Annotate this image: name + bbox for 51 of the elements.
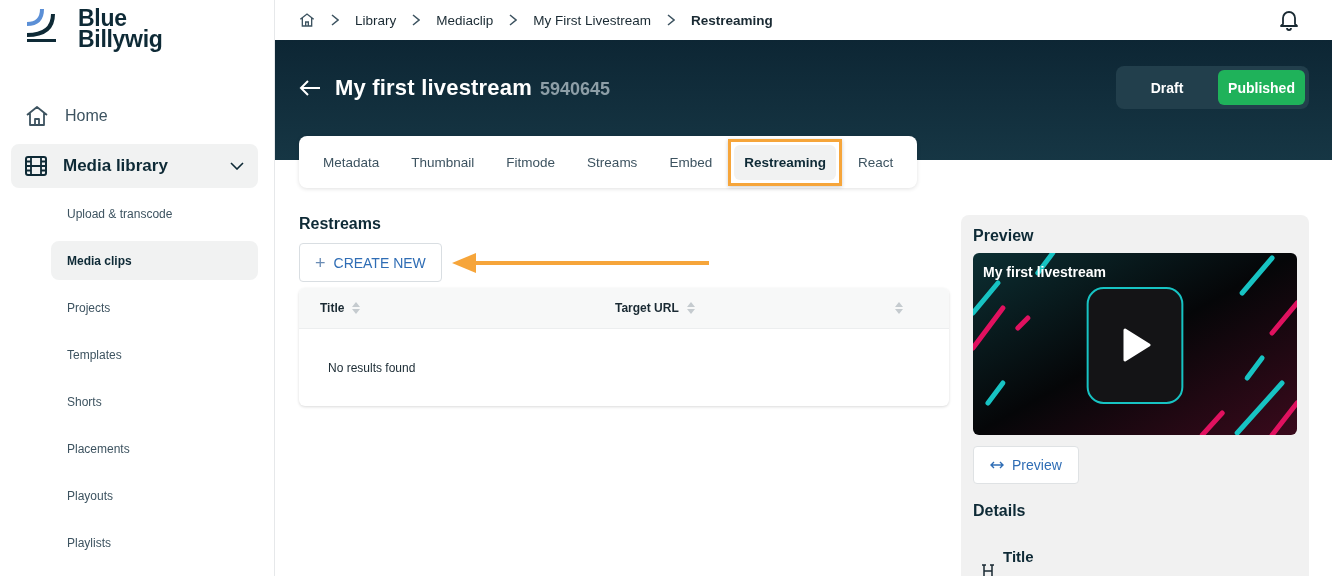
heading-icon: [981, 564, 995, 576]
video-title: My first livestream: [983, 264, 1106, 280]
chevron-icon: [667, 14, 676, 26]
bell-icon[interactable]: [1279, 9, 1299, 31]
tab[interactable]: Embed: [659, 144, 723, 180]
nav-item[interactable]: Media library: [11, 144, 258, 188]
tab[interactable]: Metadata: [313, 144, 390, 180]
status-option[interactable]: Draft: [1120, 70, 1214, 105]
play-icon[interactable]: [1123, 328, 1151, 362]
page-title: My first livestream: [335, 74, 532, 101]
create-new-button[interactable]: + CREATE NEW: [299, 243, 442, 282]
panel-heading: Preview: [973, 227, 1035, 245]
breadcrumb-link[interactable]: Library: [355, 12, 397, 28]
home-icon: [25, 105, 49, 127]
nav-subitem[interactable]: Placements: [51, 429, 258, 468]
column-header[interactable]: Title: [320, 301, 345, 315]
detail-label: Title: [1003, 548, 1034, 565]
logo-text: Blue: [78, 8, 127, 29]
back-arrow-icon[interactable]: [299, 79, 321, 96]
nav-item[interactable]: Home: [11, 94, 258, 138]
swap-icon: [990, 461, 1004, 469]
logo-text: Billywig: [78, 29, 163, 50]
breadcrumb-link[interactable]: Mediaclip: [436, 12, 494, 28]
nav-subitem[interactable]: Upload & transcode: [51, 194, 258, 233]
panel-heading: Details: [973, 502, 1027, 520]
breadcrumb-current: Restreaming: [691, 12, 773, 28]
tab[interactable]: Restreaming: [734, 144, 836, 180]
home-icon[interactable]: [299, 12, 315, 28]
tab[interactable]: React: [847, 144, 904, 180]
tab[interactable]: Thumbnail: [401, 144, 485, 180]
tab[interactable]: Fitmode: [496, 144, 566, 180]
nav-subitem[interactable]: Media clips: [51, 241, 258, 280]
breadcrumb-link[interactable]: My First Livestream: [533, 12, 652, 28]
nav-subitem[interactable]: Templates: [51, 335, 258, 374]
clip-id: 5940645: [540, 78, 611, 100]
empty-message: No results found: [328, 360, 416, 375]
nav-subitem[interactable]: Shorts: [51, 382, 258, 421]
video-player[interactable]: My first livestream: [973, 253, 1297, 435]
chevron-icon: [331, 14, 339, 26]
nav-subitem[interactable]: Playlists: [51, 523, 258, 562]
chevron-icon: [412, 14, 421, 26]
section-heading: Restreams: [299, 215, 382, 233]
column-header[interactable]: Target URL: [615, 301, 679, 315]
film-icon: [25, 156, 47, 176]
chevron-icon: [509, 14, 518, 26]
chevron-icon: [230, 162, 244, 170]
nav-subitem[interactable]: Projects: [51, 288, 258, 327]
tab[interactable]: Streams: [577, 144, 648, 180]
logo-icon: [26, 8, 56, 42]
preview-button[interactable]: Preview: [973, 446, 1079, 484]
nav-subitem[interactable]: Playouts: [51, 476, 258, 515]
